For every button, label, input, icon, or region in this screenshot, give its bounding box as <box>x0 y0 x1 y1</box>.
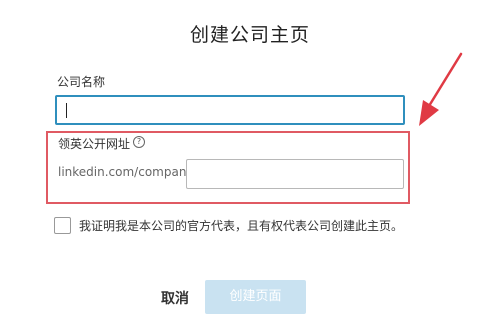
dialog-title: 创建公司主页 <box>189 24 310 46</box>
confirm-text: 我证明我是本公司的官方代表，且有权代表公司创建此主页。 <box>79 219 404 233</box>
linkedin-url-label: 领英公开网址 <box>58 137 131 151</box>
url-prefix: linkedin.com/company/ <box>58 165 198 179</box>
create-page-button[interactable]: 创建页面 <box>205 280 306 314</box>
official-representative-checkbox[interactable] <box>54 217 71 234</box>
text-caret <box>66 103 67 118</box>
create-company-page-dialog: 创建公司主页 公司名称 领英公开网址 ? linkedin.com/compan… <box>0 0 500 330</box>
company-name-input[interactable] <box>55 95 405 125</box>
linkedin-url-section: 领英公开网址 ? linkedin.com/company/ <box>46 131 410 204</box>
question-circle-icon[interactable]: ? <box>133 136 145 148</box>
company-name-label: 公司名称 <box>57 75 106 89</box>
red-arrow-icon <box>419 52 463 126</box>
cancel-button[interactable]: 取消 <box>161 288 189 308</box>
linkedin-url-input[interactable] <box>186 159 404 189</box>
